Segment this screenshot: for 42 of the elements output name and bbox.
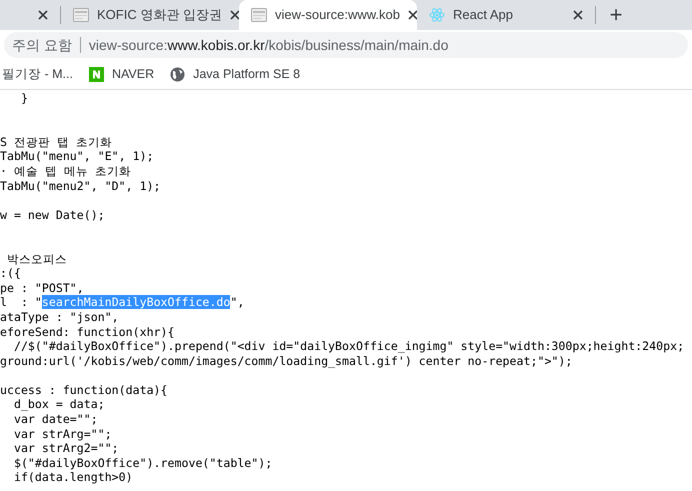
code-line: if(data.length>0): [12, 470, 134, 486]
code-line: }: [20, 91, 29, 106]
page-icon: [73, 8, 89, 22]
code-line: $("#dailyBoxOffice").remove("table");: [12, 456, 274, 470]
tab-title: KOFIC 영화관 입장권: [97, 6, 222, 24]
code-line: 박스오피스: [6, 252, 68, 266]
code-line: pe : "POST",: [0, 280, 85, 296]
globe-icon: [170, 67, 186, 82]
code-line: S 전광판 탭 초기화: [0, 134, 113, 150]
browser-tab[interactable]: React App: [417, 0, 595, 30]
close-icon[interactable]: [408, 10, 417, 20]
code-line: eforeSend: function(xhr){: [0, 324, 176, 340]
code-line: var date="";: [12, 412, 99, 427]
code-line: w = new Date();: [0, 208, 106, 222]
code-line: uccess : function(data){: [0, 382, 169, 398]
code-line: ataType : "json",: [0, 310, 120, 324]
close-icon[interactable]: [38, 10, 48, 20]
page-icon: [251, 8, 267, 22]
code-line: var strArg="";: [12, 426, 113, 442]
address-bar[interactable]: 주의 요함 view-source:www.kobis.or.kr/kobis/business/main/main.do: [4, 32, 688, 58]
n-logo-icon: [88, 67, 104, 82]
new-tab-button[interactable]: +: [596, 0, 636, 30]
close-icon[interactable]: [230, 10, 239, 20]
tab-title: React App: [453, 6, 514, 24]
code-line: TabMu("menu2", "D", 1);: [0, 178, 162, 194]
close-icon[interactable]: [573, 10, 583, 20]
code-line: TabMu("menu", "E", 1);: [0, 149, 155, 164]
code-line: :({: [0, 266, 22, 281]
code-line: ground:url('/kobis/web/comm/images/comm/loading_small.gif') center no-repeat;">");: [0, 354, 574, 368]
tab-title: view-source:www.kob: [275, 6, 400, 24]
bookmark-link[interactable]: 필기장 - M...: [2, 65, 73, 84]
atom-icon: [429, 7, 445, 23]
code-line: · 예술 텝 메뉴 초기화: [0, 164, 132, 179]
code-line: var strArg2="";: [12, 441, 120, 456]
url-text[interactable]: view-source:www.kobis.or.kr/kobis/business/main/main.do: [88, 34, 448, 56]
browser-tab[interactable]: KOFIC 영화관 입장권: [61, 0, 239, 30]
security-warning[interactable]: 주의 요함: [12, 34, 72, 56]
code-line: //$("#dailyBoxOffice").prepend("<div id="dailyBoxOffice_ingimg" style="width:300px;height:240px;: [12, 339, 686, 354]
browser-tab[interactable]: view-source:www.kob: [239, 0, 417, 30]
bookmark-link[interactable]: Java Platform SE 8: [193, 65, 300, 84]
code-line: d_box = data;: [12, 397, 106, 412]
bookmark-link[interactable]: NAVER: [112, 65, 154, 84]
